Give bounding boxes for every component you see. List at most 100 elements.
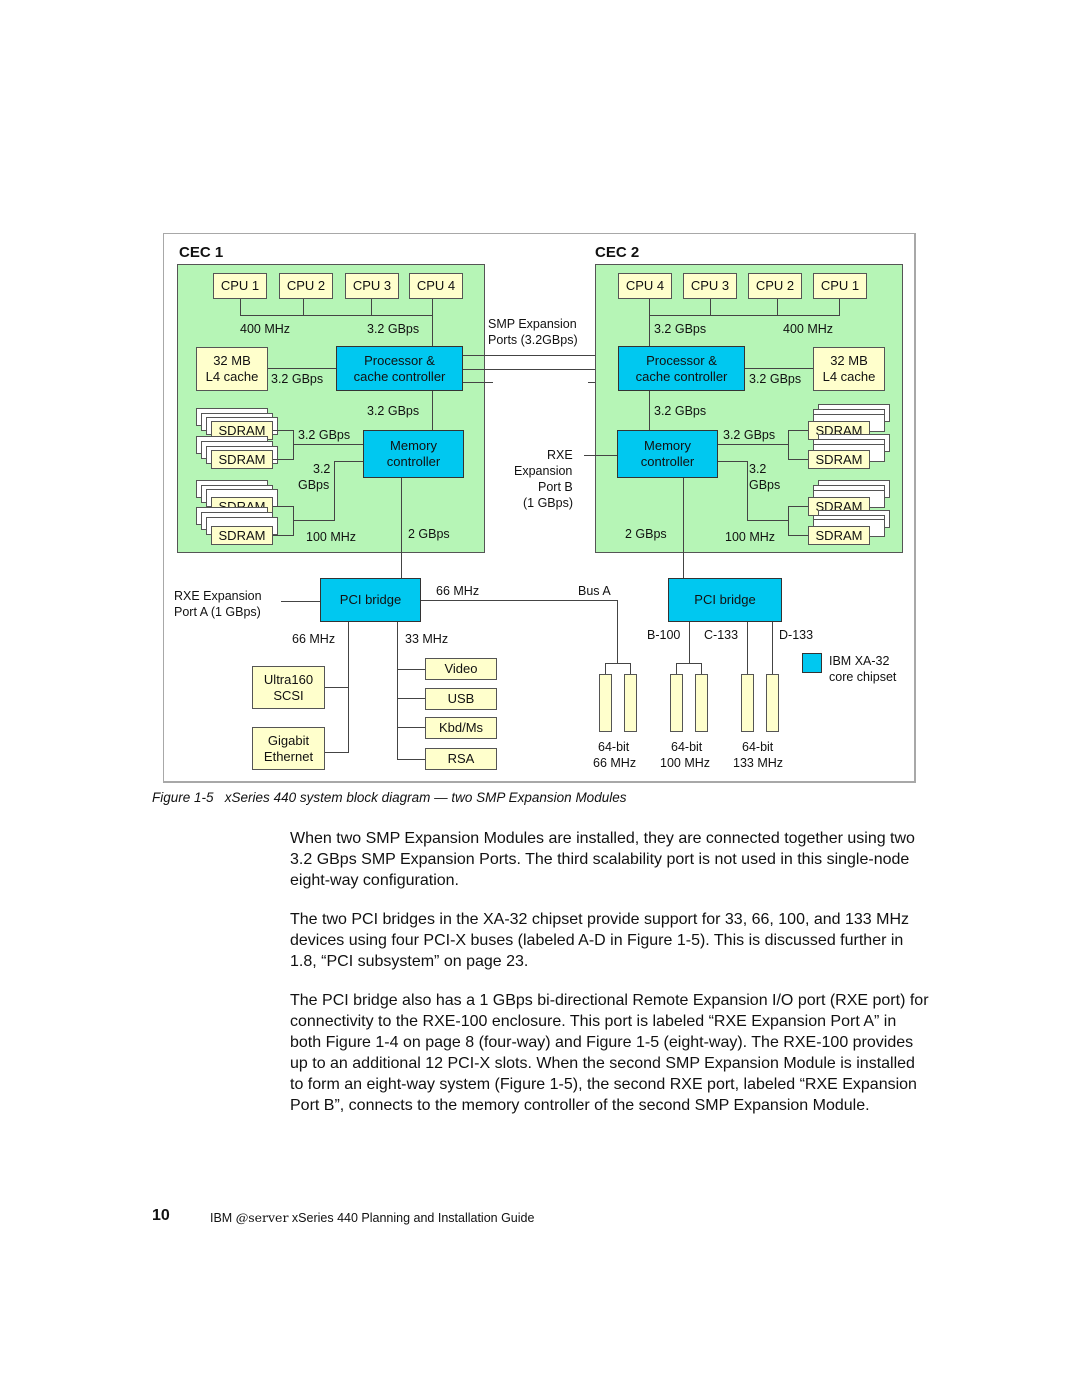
cec2-sdram-link-top: 3.2 GBps — [723, 428, 776, 442]
connector-line — [649, 299, 650, 347]
connector-line — [788, 535, 808, 536]
connector-line — [772, 622, 773, 675]
connector-line — [710, 299, 711, 315]
cec1-proc-mem-link: 3.2 GBps — [367, 404, 420, 418]
cec1-sdram-2: SDRAM — [211, 450, 273, 469]
pci1-bus-a-label: Bus A — [578, 584, 611, 598]
connector-line — [788, 430, 808, 431]
connector-line — [788, 506, 789, 536]
cec2-l4-cache: 32 MB L4 cache — [813, 347, 885, 391]
connector-line — [325, 687, 348, 688]
cec2-sdram-link-bottom-2: GBps — [749, 478, 781, 492]
connector-line — [303, 299, 304, 315]
connector-line — [676, 663, 701, 664]
connector-line — [683, 478, 684, 578]
cec1-cpu-3: CPU 3 — [345, 273, 399, 299]
cec1-cpu-2: CPU 2 — [279, 273, 333, 299]
cec2-l4-link: 3.2 GBps — [749, 372, 802, 386]
eserver-logo-at: @ — [235, 1210, 249, 1225]
cec1-cpu-bus-bandwidth: 3.2 GBps — [367, 322, 420, 336]
slot-group-3-speed: 133 MHz — [733, 756, 784, 770]
paragraph-3: The PCI bridge also has a 1 GBps bi-dire… — [290, 992, 929, 1114]
figure-caption: Figure 1-5 xSeries 440 system block diag… — [152, 790, 626, 805]
figure-number: Figure 1-5 — [152, 790, 214, 805]
rxe-b-label-3: Port B — [538, 480, 573, 494]
connector-line — [397, 698, 425, 699]
pci1-right-link: 33 MHz — [405, 632, 449, 646]
rxe-a-label-2: Port A (1 GBps) — [174, 605, 261, 619]
connector-line — [432, 391, 433, 430]
slot-group-2-speed: 100 MHz — [660, 756, 711, 770]
connector-line — [649, 391, 650, 430]
connector-line — [397, 669, 425, 670]
device-scsi: Ultra160 SCSI — [252, 666, 325, 709]
connector-line — [649, 315, 840, 316]
connector-line — [240, 315, 433, 316]
cec1-l4-link: 3.2 GBps — [271, 372, 324, 386]
connector-line — [689, 622, 690, 663]
eserver-logo-word: server — [248, 1210, 289, 1225]
connector-line — [240, 299, 241, 315]
cec1-mem-pci-link: 2 GBps — [408, 527, 450, 541]
cec2-cpu-1: CPU 1 — [813, 273, 867, 299]
cec2-memory-controller: Memory controller — [617, 430, 718, 478]
connector-line — [273, 459, 293, 460]
cec2-cpu-3: CPU 3 — [683, 273, 737, 299]
cec1-memory-controller: Memory controller — [363, 430, 464, 478]
rxe-b-label-1: RXE — [547, 448, 573, 462]
connector-line — [281, 601, 320, 602]
connector-line — [348, 622, 349, 753]
paragraph-2: The two PCI bridges in the XA-32 chipset… — [290, 911, 910, 970]
legend-chipset-swatch — [802, 653, 822, 673]
cec2-proc-mem-link: 3.2 GBps — [654, 404, 707, 418]
slot-group-2-width: 64-bit — [671, 740, 703, 754]
connector-line — [463, 382, 493, 383]
cec2-title: CEC 2 — [595, 244, 640, 261]
cec2-cpu-2: CPU 2 — [748, 273, 802, 299]
pci-bridge-1: PCI bridge — [320, 578, 421, 622]
cec2-sdram-2: SDRAM — [808, 450, 870, 469]
slot-group-1-speed: 66 MHz — [593, 756, 637, 770]
connector-line — [273, 535, 293, 536]
figure-title: xSeries 440 system block diagram — two S… — [224, 790, 627, 805]
connector-line — [401, 478, 402, 578]
connector-line — [334, 461, 363, 462]
pci-bridge-2: PCI bridge — [668, 578, 782, 622]
cec2-mem-pci-link: 2 GBps — [625, 527, 667, 541]
footer-title: IBM @server xSeries 440 Planning and Ins… — [210, 1210, 535, 1225]
connector-line — [605, 663, 630, 664]
connector-line — [273, 430, 293, 431]
connector-line — [747, 461, 748, 521]
cec2-cpu-bus-bandwidth: 3.2 GBps — [654, 322, 707, 336]
cec2-processor-cache-controller: Processor & cache controller — [618, 346, 745, 391]
rxe-a-label-1: RXE Expansion — [174, 589, 262, 603]
cec1-cpu-4: CPU 4 — [409, 273, 463, 299]
connector-line — [617, 600, 618, 663]
device-video: Video — [425, 658, 497, 680]
connector-line — [788, 459, 808, 460]
connector-line — [334, 461, 335, 521]
connector-line — [268, 368, 336, 369]
connector-line — [745, 368, 813, 369]
cec1-sdram-link-bottom-2: GBps — [298, 478, 330, 492]
pci-slot — [670, 674, 683, 732]
device-ethernet: Gigabit Ethernet — [252, 727, 325, 770]
connector-line — [325, 752, 348, 753]
cec2-sdram-4: SDRAM — [808, 526, 870, 545]
rxe-b-label-4: (1 GBps) — [523, 496, 574, 510]
connector-line — [747, 520, 788, 521]
slot-group-1-width: 64-bit — [598, 740, 630, 754]
page-number: 10 — [152, 1207, 170, 1224]
pci2-bus-c: C-133 — [704, 628, 739, 642]
cec1-sdram-link-top: 3.2 GBps — [298, 428, 351, 442]
pci-slot — [766, 674, 779, 732]
cec1-cpu-1: CPU 1 — [213, 273, 267, 299]
connector-line — [718, 461, 747, 462]
connector-line — [397, 727, 425, 728]
connector-line — [718, 444, 788, 445]
connector-line — [371, 299, 372, 315]
connector-line — [397, 759, 425, 760]
cec2-cpu-bus-speed: 400 MHz — [783, 322, 834, 336]
pci-slot — [599, 674, 612, 732]
paragraph-1: When two SMP Expansion Modules are insta… — [290, 830, 915, 889]
